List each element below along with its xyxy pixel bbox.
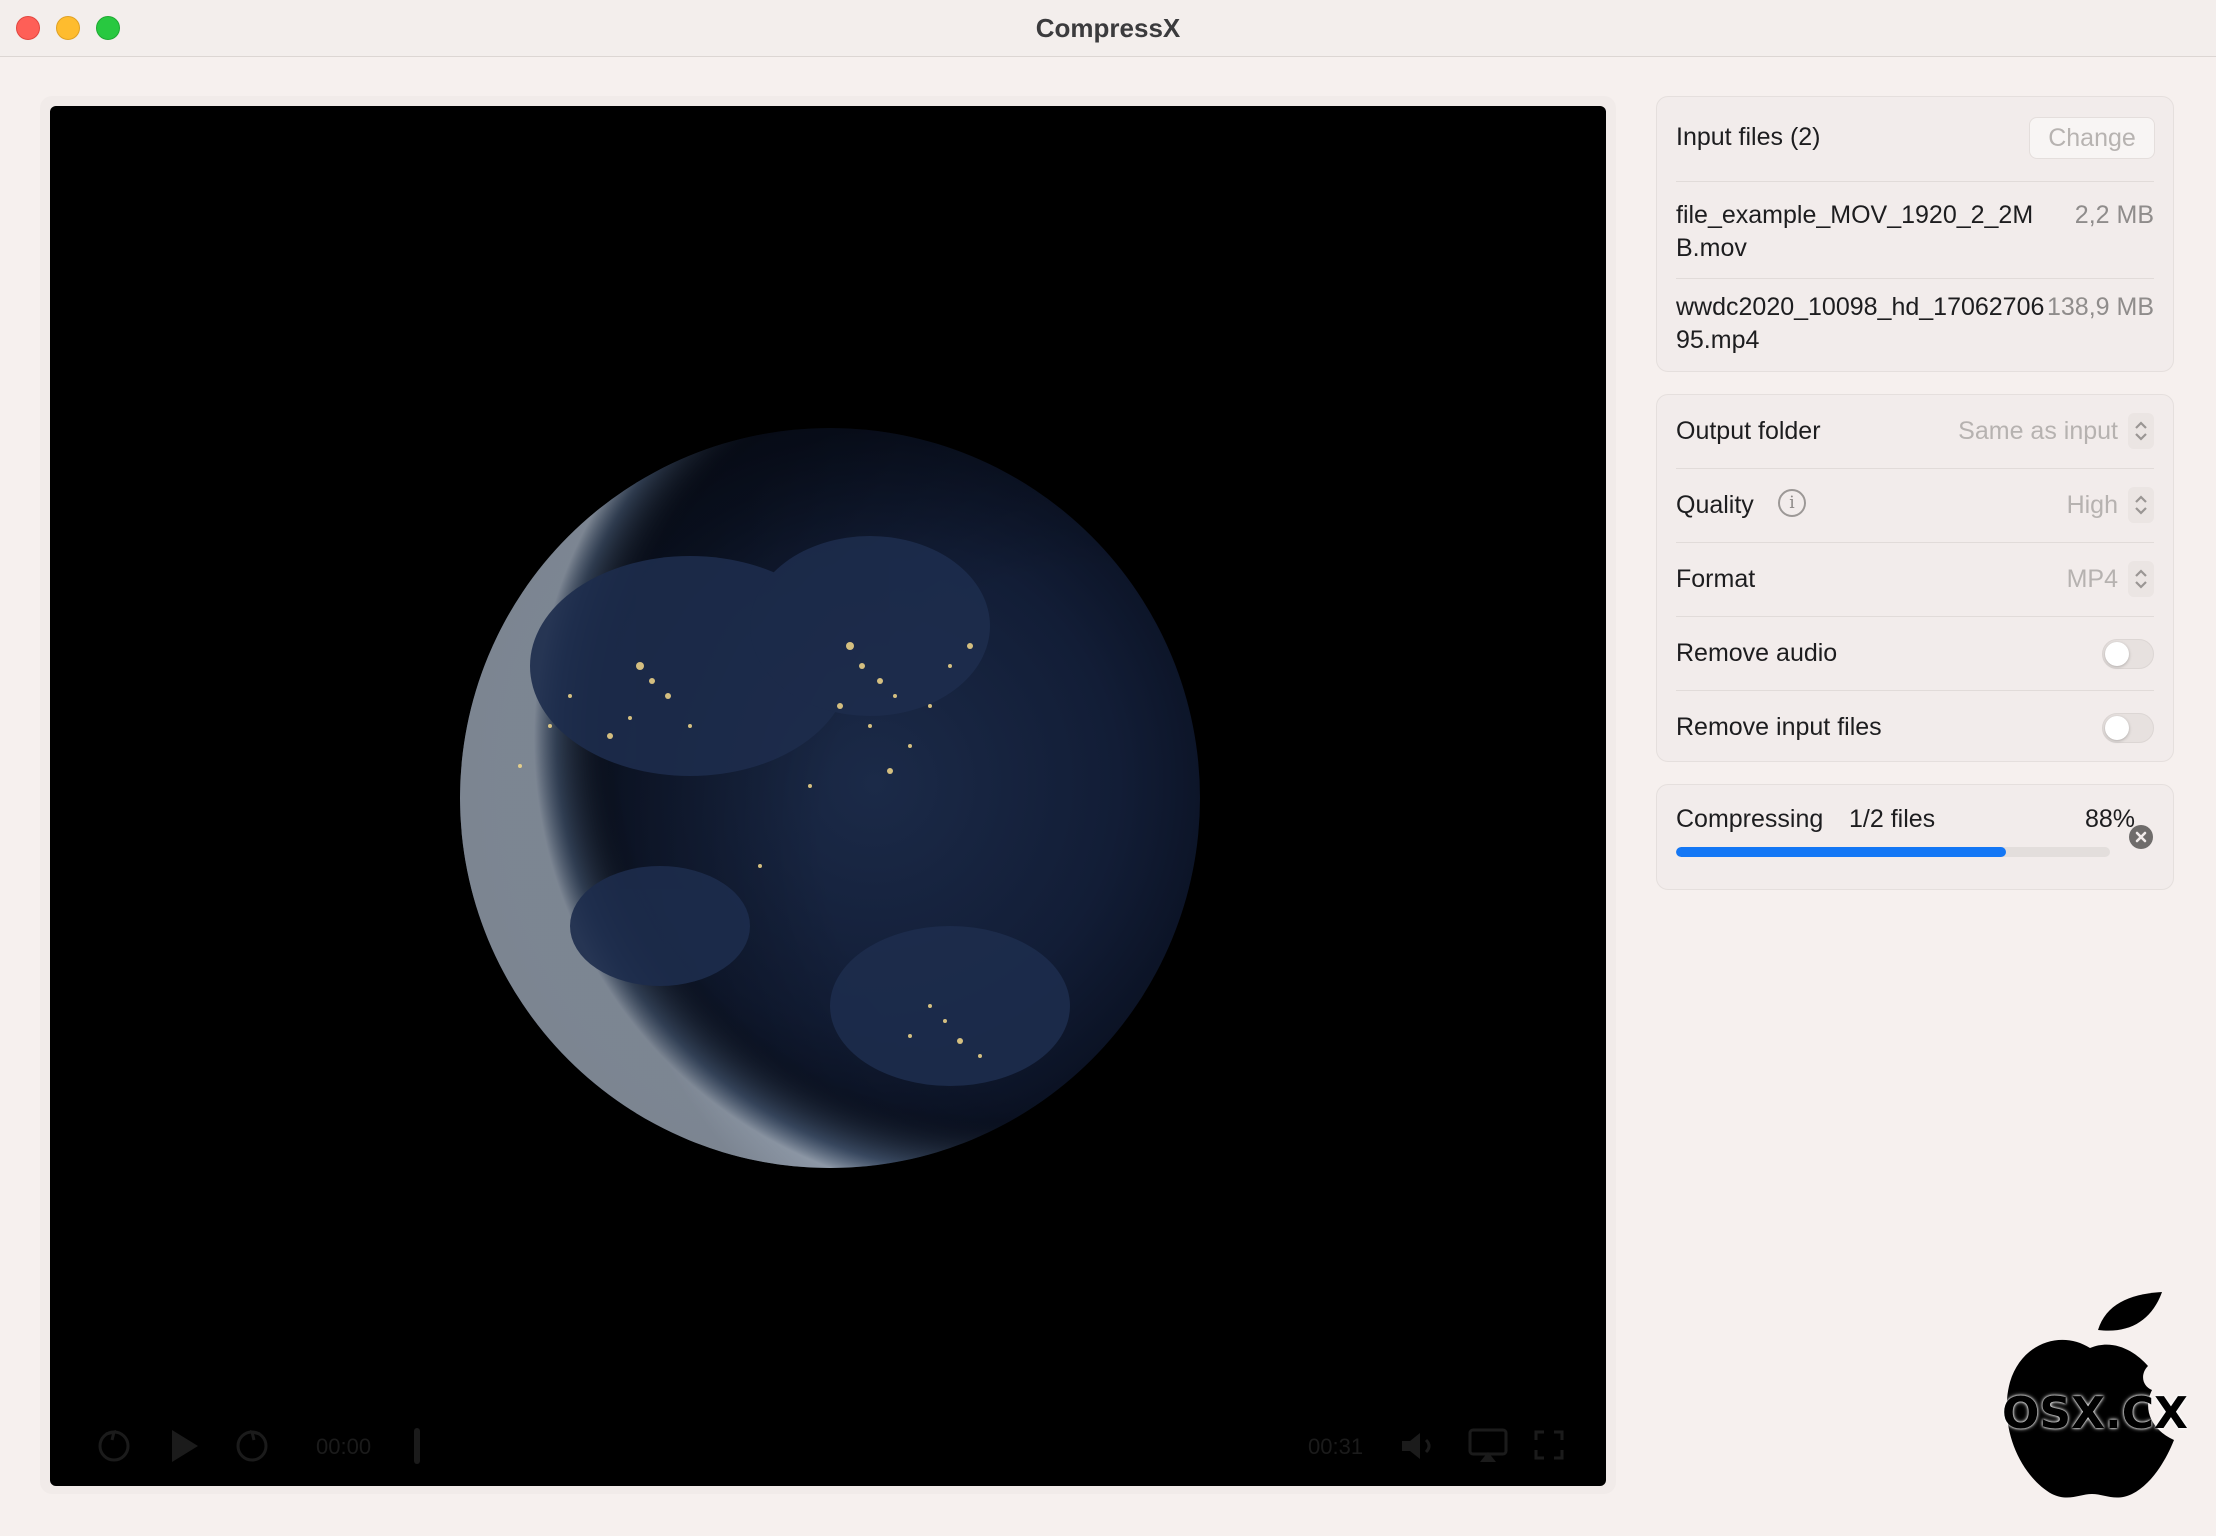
format-row: Format MP4 (1676, 543, 2154, 617)
skip-forward-icon[interactable] (234, 1428, 270, 1464)
play-icon[interactable] (168, 1428, 200, 1464)
volume-icon[interactable] (1400, 1430, 1442, 1462)
change-input-button[interactable]: Change (2029, 117, 2155, 159)
progress-count: 1/2 files (1849, 805, 1936, 833)
quality-label: Quality (1676, 491, 1754, 519)
input-files-panel: Input files (2) Change file_example_MOV_… (1656, 96, 2174, 372)
watermark-text: OSX.CX (2002, 1388, 2188, 1439)
toggle-knob (2105, 716, 2129, 740)
airplay-icon[interactable] (1468, 1428, 1508, 1464)
format-label: Format (1676, 565, 1756, 593)
time-remaining: 00:31 (1308, 1434, 1364, 1459)
quality-row: Quality i High (1676, 469, 2154, 543)
scrubber-handle[interactable] (414, 1428, 420, 1464)
title-bar: CompressX (0, 0, 2216, 57)
file-size: 138,9 MB (2046, 293, 2154, 321)
output-folder-value: Same as input (1958, 416, 2118, 445)
divider (1676, 181, 2154, 182)
settings-panel: Output folder Same as input Quality i Hi… (1656, 394, 2174, 762)
remove-audio-label: Remove audio (1676, 639, 1838, 667)
player-controls: 00:00 00:31 (50, 1406, 1606, 1486)
file-name: wwdc2020_10098_hd_1706270695.mp4 (1676, 293, 2045, 354)
remove-audio-toggle[interactable] (2102, 639, 2154, 669)
progress-percent: 88% (2084, 805, 2135, 833)
remove-audio-row: Remove audio (1676, 617, 2154, 691)
remove-input-files-toggle[interactable] (2102, 713, 2154, 743)
input-files-header: Input files (2) (1676, 123, 1821, 151)
file-row[interactable]: file_example_MOV_1920_2_2MB.mov 2,2 MB (1676, 199, 2154, 277)
window-title: CompressX (1035, 13, 1181, 43)
file-name: file_example_MOV_1920_2_2MB.mov (1676, 201, 2034, 262)
progress-bar (1676, 847, 2110, 857)
fullscreen-icon[interactable] (1534, 1430, 1564, 1460)
progress-label: Compressing (1676, 805, 1824, 833)
divider (1676, 278, 2154, 279)
output-folder-label: Output folder (1676, 417, 1821, 445)
time-elapsed: 00:00 (316, 1434, 372, 1459)
cancel-icon[interactable] (2129, 825, 2153, 849)
earth-video-frame (460, 428, 1200, 1168)
remove-input-files-label: Remove input files (1676, 713, 1882, 741)
quality-select[interactable]: High (2067, 485, 2154, 525)
file-row[interactable]: wwdc2020_10098_hd_1706270695.mp4 138,9 M… (1676, 291, 2154, 369)
output-folder-select[interactable]: Same as input (1958, 411, 2154, 451)
format-value: MP4 (2066, 564, 2118, 593)
up-down-chevron-icon (2128, 561, 2154, 597)
output-folder-row: Output folder Same as input (1676, 395, 2154, 469)
file-size: 2,2 MB (2074, 201, 2154, 229)
format-select[interactable]: MP4 (2067, 559, 2154, 599)
video-player[interactable]: 00:00 00:31 (50, 106, 1606, 1486)
watermark-logo: OSX.CX (2002, 1290, 2188, 1500)
skip-back-icon[interactable] (96, 1428, 132, 1464)
progress-bar-fill (1676, 847, 2006, 857)
remove-input-files-row: Remove input files (1676, 691, 2154, 765)
progress-panel: Compressing 1/2 files 88% (1656, 784, 2174, 890)
up-down-chevron-icon (2128, 413, 2154, 449)
quality-value: High (2066, 490, 2118, 519)
info-icon[interactable]: i (1778, 489, 1806, 517)
toggle-knob (2105, 642, 2129, 666)
up-down-chevron-icon (2128, 487, 2154, 523)
